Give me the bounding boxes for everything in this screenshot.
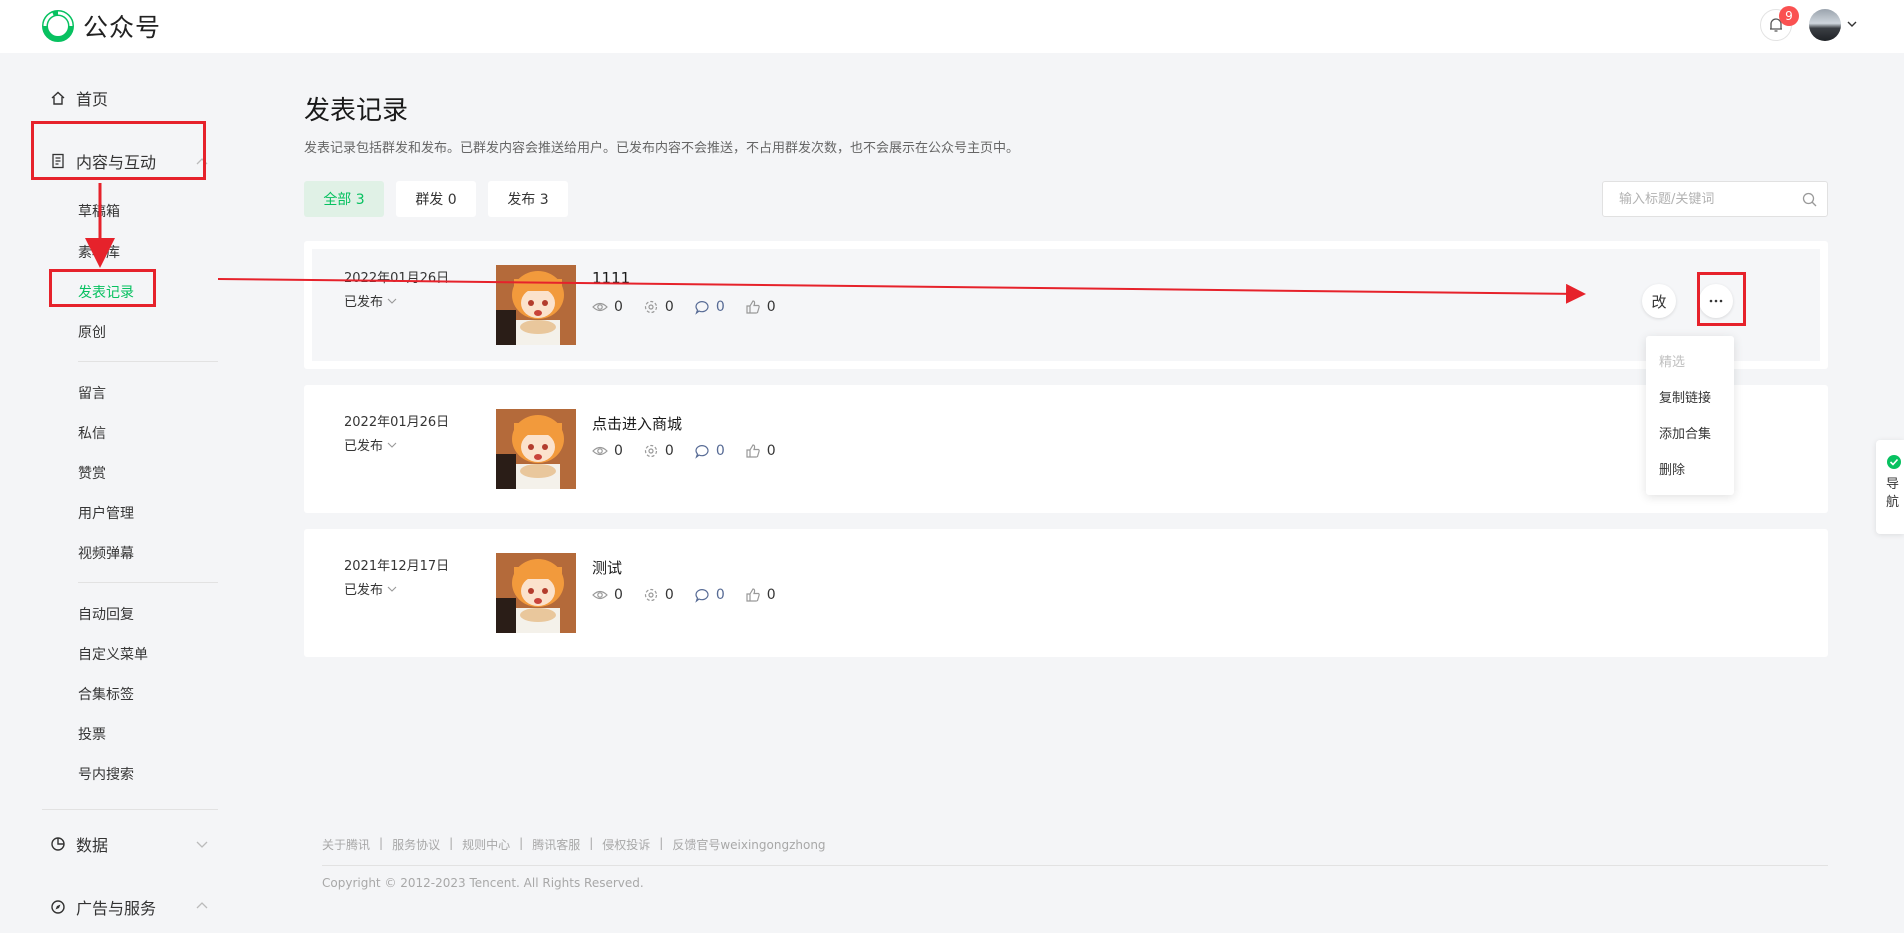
annotation-arrows [85,183,1586,304]
annotation-arrow-right [217,278,1586,304]
